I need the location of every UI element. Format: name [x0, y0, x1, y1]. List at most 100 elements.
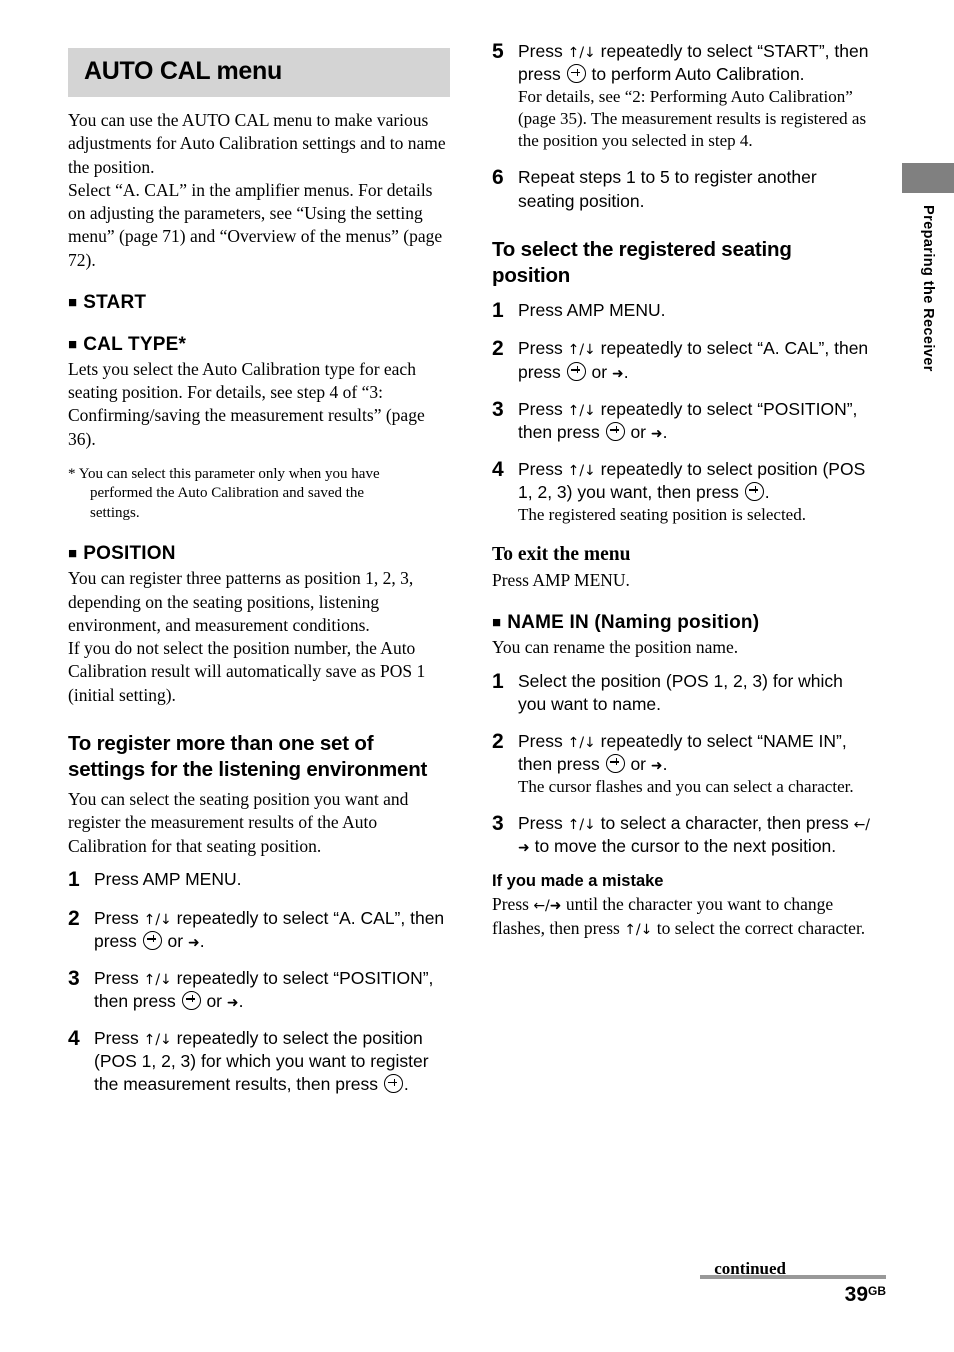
cursor-arrows-icon: ↑/↓ — [567, 45, 596, 61]
numbered-step: 2 Press ↑/↓ repeatedly to select “A. CAL”… — [492, 337, 872, 383]
enter-button-icon — [605, 753, 625, 773]
numbered-step: 3 Press ↑/↓ repeatedly to select “POSITIO… — [68, 967, 450, 1013]
step-text: Press ↑/↓ repeatedly to select “A. CAL”,… — [518, 338, 869, 382]
footnote-line-3: settings. — [90, 504, 140, 521]
right-steps-select: 1 Press AMP MENU. 2 Press ↑/↓ repeatedly to… — [492, 299, 872, 526]
step-subtext: For details, see “2: Performing Auto Cal… — [518, 87, 867, 151]
footnote-line-1: You can select this parameter only when … — [78, 465, 380, 482]
footnote-marker: * — [68, 465, 76, 482]
step-text: Press ↑/↓ repeatedly to select “NAME IN”… — [518, 730, 872, 798]
numbered-step: 4 Press ↑/↓ repeatedly to select the posi… — [68, 1027, 450, 1096]
cursor-arrows-icon: ↑/↓ — [143, 911, 172, 928]
numbered-step: 6 Repeat steps 1 to 5 to register another… — [492, 166, 872, 212]
cal-type-footnote: * You can select this parameter only whe… — [68, 465, 450, 524]
section-tab-marker — [902, 163, 954, 193]
right-steps-top: 5 Press ↑/↓ repeatedly to select “START”,… — [492, 40, 872, 213]
heading-start-label: START — [83, 291, 147, 313]
step-text: Press ↑/↓ repeatedly to select “POSITION… — [518, 398, 858, 442]
intro-paragraph-1: You can use the AUTO CAL menu to make va… — [68, 110, 446, 177]
page-number-suffix: GB — [868, 1284, 886, 1298]
numbered-step: 1 Press AMP MENU. — [68, 868, 450, 893]
step-subtext: The registered seating position is selec… — [518, 505, 806, 525]
arrow-right-icon: ➜ — [187, 934, 200, 951]
enter-button-icon — [566, 361, 586, 381]
cursor-arrows-icon: ↑/↓ — [567, 462, 596, 479]
heading-cal-type: ■ CAL TYPE* — [68, 334, 450, 356]
step-number: 2 — [492, 337, 504, 361]
cursor-arrows-icon: ↑/↓ — [143, 1032, 172, 1049]
page-number-value: 39 — [844, 1283, 868, 1306]
step-text: Select the position (POS 1, 2, 3) for wh… — [518, 670, 843, 714]
step-number: 6 — [492, 166, 504, 190]
footer-rule — [700, 1275, 886, 1279]
if-mistake-body: Press ←/➜ until the character you want t… — [492, 894, 866, 938]
heading-position: ■ POSITION — [68, 543, 450, 565]
heading-exit-menu: To exit the menu — [492, 544, 631, 566]
step-number: 1 — [68, 867, 80, 891]
square-bullet-icon: ■ — [492, 614, 502, 632]
cursor-arrows-icon: ↑/↓ — [567, 817, 596, 834]
square-bullet-icon: ■ — [68, 293, 78, 311]
step-text: Press ↑/↓ to select a character, then pr… — [518, 813, 871, 857]
numbered-step: 2 Press ↑/↓ repeatedly to select “A. CAL”… — [68, 907, 450, 953]
enter-button-icon — [383, 1074, 403, 1094]
numbered-step: 1 Select the position (POS 1, 2, 3) for w… — [492, 670, 872, 716]
register-more-body: You can select the seating position you … — [68, 789, 409, 856]
step-subtext: The cursor flashes and you can select a … — [518, 777, 854, 797]
heading-name-in-label: NAME IN (Naming position) — [507, 612, 760, 634]
enter-button-icon — [181, 990, 201, 1010]
left-column: AUTO CAL menu You can use the AUTO CAL m… — [68, 48, 450, 1110]
numbered-step: 2 Press ↑/↓ repeatedly to select “NAME IN… — [492, 730, 872, 798]
step-number: 4 — [492, 457, 504, 481]
step-text: Press ↑/↓ repeatedly to select “START”, … — [518, 40, 872, 152]
step-number: 2 — [68, 906, 80, 930]
arrow-right-icon: ➜ — [611, 365, 624, 382]
step-number: 3 — [492, 397, 504, 421]
step-number: 1 — [492, 298, 504, 322]
numbered-step: 3 Press ↑/↓ to select a character, then p… — [492, 812, 872, 858]
position-body-1: You can register three patterns as posit… — [68, 568, 414, 635]
footnote-line-2: performed the Auto Calibration and saved… — [90, 485, 365, 502]
step-text: Press ↑/↓ repeatedly to select “POSITION… — [94, 967, 434, 1011]
position-body-2: If you do not select the position number… — [68, 638, 426, 705]
name-in-body: You can rename the position name. — [492, 637, 739, 658]
step-number: 5 — [492, 40, 504, 63]
numbered-step: 1 Press AMP MENU. — [492, 299, 872, 324]
page-number: 39GB — [845, 1283, 886, 1307]
section-tab-label: Preparing the Receiver — [920, 205, 936, 372]
enter-button-icon — [566, 64, 586, 84]
cursor-arrows-icon: ↑/↓ — [567, 734, 596, 751]
square-bullet-icon: ■ — [68, 335, 78, 353]
document-page: AUTO CAL menu You can use the AUTO CAL m… — [0, 0, 954, 1352]
heading-cal-type-asterisk: * — [178, 333, 187, 355]
heading-position-label: POSITION — [83, 543, 176, 565]
heading-cal-type-label: CAL TYPE — [83, 333, 179, 355]
cursor-arrows-icon: ↑/↓ — [567, 402, 596, 419]
arrow-right-icon: ➜ — [650, 757, 663, 774]
left-steps-list: 1 Press AMP MENU. 2 Press ↑/↓ repeatedly to… — [68, 868, 450, 1096]
numbered-step: 5 Press ↑/↓ repeatedly to select “START”,… — [492, 40, 872, 152]
cal-type-body: Lets you select the Auto Calibration typ… — [68, 358, 425, 449]
numbered-step: 4 Press ↑/↓ repeatedly to select position… — [492, 458, 872, 526]
numbered-step: 3 Press ↑/↓ repeatedly to select “POSITIO… — [492, 398, 872, 444]
step-number: 2 — [492, 729, 504, 753]
enter-button-icon — [605, 421, 625, 441]
step-text: Press ↑/↓ repeatedly to select position … — [518, 458, 872, 526]
square-bullet-icon: ■ — [68, 545, 78, 563]
arrow-right-icon: ➜ — [226, 994, 239, 1011]
intro-paragraph-2: Select “A. CAL” in the amplifier menus. … — [68, 179, 443, 270]
cursor-arrows-icon: ↑/↓ — [624, 921, 653, 938]
cursor-arrows-icon: ↑/↓ — [567, 342, 596, 359]
step-text: Press AMP MENU. — [94, 868, 242, 889]
arrow-right-icon: ➜ — [650, 425, 663, 442]
enter-button-icon — [142, 930, 162, 950]
heading-select-registered: To select the registered seating positio… — [492, 237, 792, 287]
step-number: 3 — [492, 812, 504, 836]
cursor-arrows-icon: ←/➜ — [533, 898, 562, 915]
step-number: 4 — [68, 1027, 80, 1051]
exit-menu-body: Press AMP MENU. — [492, 570, 630, 591]
heading-register-more: To register more than one set of setting… — [68, 732, 428, 782]
right-column: 5 Press ↑/↓ repeatedly to select “START”,… — [492, 40, 872, 940]
cursor-arrows-icon: ↑/↓ — [143, 971, 172, 988]
heading-name-in: ■ NAME IN (Naming position) — [492, 612, 872, 634]
